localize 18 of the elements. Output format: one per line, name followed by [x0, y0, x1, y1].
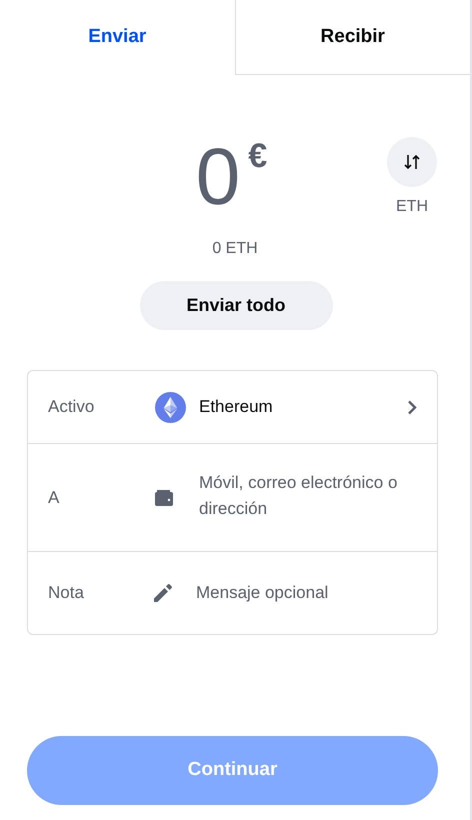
recipient-field[interactable]: Móvil, correo electrónico o dirección: [199, 470, 417, 526]
wallet-icon: [155, 490, 173, 506]
send-all-button[interactable]: Enviar todo: [140, 281, 332, 330]
tab[interactable]: Recibir: [234, 0, 470, 75]
ethereum-icon: [155, 392, 186, 422]
asset-selector[interactable]: Ethereum: [199, 394, 417, 420]
pencil-icon: [152, 583, 173, 603]
field-label: A: [48, 486, 60, 509]
field-label: Activo: [48, 396, 96, 418]
chevron-right-icon: [407, 400, 417, 414]
field-label: Nota: [48, 582, 85, 604]
swap-currency-label: ETH: [396, 197, 428, 217]
swap-button[interactable]: [387, 137, 437, 187]
swap-arrows-icon: [402, 152, 422, 172]
currency-symbol: €: [248, 139, 268, 173]
amount-value: 0: [196, 137, 240, 217]
crypto-amount: 0 ETH: [212, 239, 258, 259]
note-field[interactable]: Mensaje opcional: [196, 580, 417, 606]
